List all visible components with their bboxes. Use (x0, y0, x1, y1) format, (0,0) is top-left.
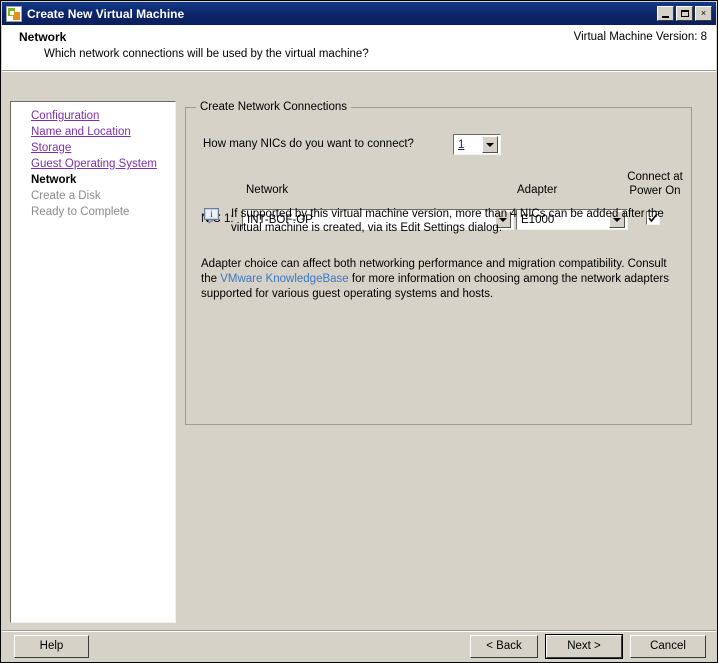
create-network-connections-groupbox: Create Network Connections How many NICs… (185, 101, 692, 425)
maximize-icon (677, 7, 692, 20)
cancel-button[interactable]: Cancel (630, 635, 706, 658)
vm-app-icon (6, 5, 22, 22)
groupbox-title: Create Network Connections (196, 101, 352, 113)
column-header-network: Network (246, 184, 289, 196)
vmware-knowledgebase-link[interactable]: VMware KnowledgeBase (220, 273, 349, 285)
vm-version-label: Virtual Machine Version: 8 (573, 31, 707, 43)
nic-count-label: How many NICs do you want to connect? (203, 138, 414, 150)
connect-at-power-on-line2: Power On (629, 185, 681, 197)
window-title: Create New Virtual Machine (27, 6, 185, 21)
page-header: Network Which network connections will b… (2, 25, 716, 70)
dialog-footer: Help < Back Next > Cancel (2, 632, 716, 662)
minimize-button[interactable] (657, 6, 674, 21)
sidebar-item-network[interactable]: Network (11, 172, 175, 188)
column-header-adapter: Adapter (517, 184, 558, 196)
sidebar-item-storage[interactable]: Storage (11, 140, 175, 156)
maximize-button[interactable] (676, 6, 693, 21)
page-subtitle: Which network connections will be used b… (44, 48, 369, 60)
sidebar-item-name-and-location[interactable]: Name and Location (11, 124, 175, 140)
sidebar-item-configuration[interactable]: Configuration (11, 108, 175, 124)
sidebar-item-create-a-disk: Create a Disk (31, 190, 101, 202)
close-icon: × (700, 8, 707, 18)
page-title: Network (19, 30, 67, 44)
minimize-icon (658, 7, 673, 20)
info-tip-icon: i (204, 208, 222, 225)
adapter-advice-paragraph: Adapter choice can affect both networkin… (201, 257, 679, 302)
title-bar: Create New Virtual Machine × (2, 2, 716, 25)
chevron-down-icon (482, 136, 498, 153)
note-text: If supported by this virtual machine ver… (231, 208, 664, 234)
help-button[interactable]: Help (14, 635, 89, 658)
nic-count-value: 1 (458, 138, 465, 151)
window-controls: × (657, 6, 712, 21)
column-header-connect-at-power-on: Connect at Power On (621, 170, 689, 198)
wizard-step-list: Configuration Name and Location Storage … (10, 101, 176, 623)
back-button[interactable]: < Back (470, 635, 538, 658)
header-divider (2, 70, 716, 72)
dialog-content: Configuration Name and Location Storage … (2, 73, 716, 630)
next-button[interactable]: Next > (545, 634, 623, 659)
sidebar-item-ready-to-complete: Ready to Complete (31, 206, 130, 218)
nic-count-dropdown[interactable]: 1 (453, 134, 501, 155)
close-button[interactable]: × (695, 6, 712, 21)
create-new-virtual-machine-dialog: Create New Virtual Machine × Network Whi… (0, 0, 718, 663)
sidebar-item-guest-operating-system[interactable]: Guest Operating System (11, 156, 175, 172)
connect-at-power-on-line1: Connect at (627, 171, 683, 183)
